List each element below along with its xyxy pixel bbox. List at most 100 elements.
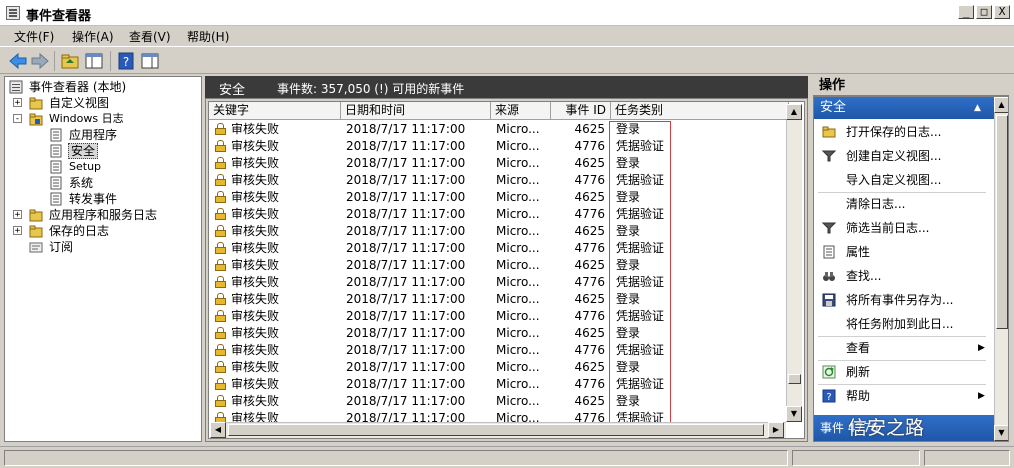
- table-row[interactable]: 审核失败 2018/7/17 11:17:00 Micro... 4776 凭据验证: [209, 138, 789, 155]
- table-row[interactable]: 审核失败 2018/7/17 11:17:00 Micro... 4625 登录: [209, 325, 789, 342]
- action-properties[interactable]: 属性: [818, 240, 992, 264]
- tree-label: 保存的日志: [49, 224, 110, 238]
- cell-event-id: 4625: [574, 224, 605, 238]
- cell-event-id: 4776: [574, 173, 605, 187]
- properties-icon: [823, 245, 835, 259]
- table-row[interactable]: 审核失败 2018/7/17 11:17:00 Micro... 4776 凭据验证: [209, 376, 789, 393]
- action-filter-current-log[interactable]: 筛选当前日志...: [818, 216, 992, 240]
- expand-plus-icon[interactable]: +: [13, 98, 22, 108]
- show-hide-tree-icon[interactable]: [84, 51, 104, 71]
- table-row[interactable]: 审核失败 2018/7/17 11:17:00 Micro... 4776 凭据验证: [209, 240, 789, 257]
- table-row[interactable]: 审核失败 2018/7/17 11:17:00 Micro... 4625 登录: [209, 223, 789, 240]
- cell-keyword: 审核失败: [231, 258, 280, 272]
- horizontal-scroll-thumb[interactable]: [228, 424, 764, 436]
- scroll-thumb[interactable]: [788, 374, 801, 384]
- lock-icon: [215, 327, 226, 339]
- cell-source: Micro...: [496, 343, 540, 357]
- scroll-thumb[interactable]: [996, 115, 1008, 329]
- lock-icon: [215, 259, 226, 271]
- tree-label: 应用程序和服务日志: [49, 208, 158, 222]
- lock-icon: [215, 225, 226, 237]
- expand-plus-icon[interactable]: +: [13, 226, 22, 236]
- status-cell-main: [4, 450, 788, 466]
- table-row[interactable]: 审核失败 2018/7/17 11:17:00 Micro... 4625 登录: [209, 393, 789, 410]
- cell-event-id: 4625: [574, 156, 605, 170]
- collapse-minus-icon[interactable]: -: [13, 114, 22, 124]
- cell-source: Micro...: [496, 207, 540, 221]
- minimize-button[interactable]: _: [958, 5, 974, 19]
- forward-arrow-icon[interactable]: [30, 51, 50, 71]
- cell-event-id: 4776: [574, 343, 605, 357]
- menu-help[interactable]: 帮助(H): [187, 28, 229, 45]
- lock-icon: [215, 361, 226, 373]
- event-list-horizontal-scrollbar[interactable]: ◀ ▶: [210, 422, 786, 438]
- menu-view[interactable]: 查看(V): [129, 28, 171, 45]
- table-row[interactable]: 审核失败 2018/7/17 11:17:00 Micro... 4625 登录: [209, 291, 789, 308]
- folder-icon: [29, 225, 43, 238]
- actions-section-label: 安全: [820, 100, 847, 115]
- table-row[interactable]: 审核失败 2018/7/17 11:17:00 Micro... 4625 登录: [209, 359, 789, 376]
- action-clear-log[interactable]: 清除日志...: [818, 192, 992, 216]
- collapse-up-icon[interactable]: ▲: [974, 97, 981, 119]
- lock-icon: [215, 310, 226, 322]
- table-row[interactable]: 审核失败 2018/7/17 11:17:00 Micro... 4625 登录: [209, 189, 789, 206]
- show-action-pane-icon[interactable]: [140, 51, 160, 71]
- cell-date-time: 2018/7/17 11:17:00: [346, 377, 466, 391]
- action-import-custom-view[interactable]: 导入自定义视图...: [818, 168, 992, 192]
- scroll-up-arrow-icon[interactable]: ▲: [994, 97, 1008, 113]
- folder-icon: [29, 97, 43, 110]
- action-attach-task-to-log[interactable]: 将任务附加到此日...: [818, 312, 992, 336]
- table-row[interactable]: 审核失败 2018/7/17 11:17:00 Micro... 4625 登录: [209, 257, 789, 274]
- maximize-button[interactable]: □: [976, 5, 992, 19]
- cell-date-time: 2018/7/17 11:17:00: [346, 190, 466, 204]
- table-row[interactable]: 审核失败 2018/7/17 11:17:00 Micro... 4776 凭据验证: [209, 172, 789, 189]
- expand-plus-icon[interactable]: +: [13, 210, 22, 220]
- back-arrow-icon[interactable]: [8, 51, 28, 71]
- column-keywords[interactable]: 关键字: [209, 102, 341, 120]
- event-list-vertical-scrollbar[interactable]: ▲ ▼: [786, 104, 802, 422]
- table-row[interactable]: 审核失败 2018/7/17 11:17:00 Micro... 4625 登录: [209, 121, 789, 138]
- scroll-right-arrow-icon[interactable]: ▶: [768, 422, 784, 438]
- table-row[interactable]: 审核失败 2018/7/17 11:17:00 Micro... 4776 凭据验证: [209, 206, 789, 223]
- action-view[interactable]: 查看 ▶: [818, 336, 992, 360]
- column-event-id[interactable]: 事件 ID: [551, 102, 611, 120]
- menu-file[interactable]: 文件(F): [14, 28, 54, 45]
- table-row[interactable]: 审核失败 2018/7/17 11:17:00 Micro... 4776 凭据验证: [209, 308, 789, 325]
- action-help[interactable]: ? 帮助 ▶: [818, 384, 992, 408]
- cell-keyword: 审核失败: [231, 326, 280, 340]
- cell-event-id: 4625: [574, 360, 605, 374]
- up-folder-icon[interactable]: [60, 51, 80, 71]
- table-row[interactable]: 审核失败 2018/7/17 11:17:00 Micro... 4776 凭据验证: [209, 342, 789, 359]
- action-open-saved-log[interactable]: 打开保存的日志...: [818, 120, 992, 144]
- table-row[interactable]: 审核失败 2018/7/17 11:17:00 Micro... 4776 凭据验证: [209, 274, 789, 291]
- cell-keyword: 审核失败: [231, 309, 280, 323]
- menu-action[interactable]: 操作(A): [72, 28, 114, 45]
- lock-icon: [215, 293, 226, 305]
- cell-event-id: 4776: [574, 275, 605, 289]
- table-row[interactable]: 审核失败 2018/7/17 11:17:00 Micro... 4625 登录: [209, 155, 789, 172]
- cell-source: Micro...: [496, 156, 540, 170]
- column-task-category[interactable]: 任务类别: [611, 102, 789, 120]
- action-refresh[interactable]: 刷新: [818, 360, 992, 384]
- action-find[interactable]: 查找...: [818, 264, 992, 288]
- column-date-time[interactable]: 日期和时间: [341, 102, 491, 120]
- action-create-custom-view[interactable]: 创建自定义视图...: [818, 144, 992, 168]
- close-button[interactable]: X: [994, 5, 1010, 19]
- scroll-left-arrow-icon[interactable]: ◀: [210, 422, 226, 438]
- actions-vertical-scrollbar[interactable]: ▲ ▼: [994, 97, 1008, 441]
- help-icon[interactable]: ?: [116, 51, 136, 71]
- cell-date-time: 2018/7/17 11:17:00: [346, 292, 466, 306]
- action-label: 将任务附加到此日...: [846, 317, 954, 331]
- column-source[interactable]: 来源: [491, 102, 551, 120]
- scroll-down-arrow-icon[interactable]: ▼: [994, 425, 1008, 441]
- scroll-down-arrow-icon[interactable]: ▼: [786, 406, 802, 422]
- action-save-all-events-as[interactable]: 将所有事件另存为...: [818, 288, 992, 312]
- navigation-tree: 事件查看器 (本地) + 自定义视图 - Windows 日志 应用程序 安全 …: [4, 76, 202, 442]
- action-label: 创建自定义视图...: [846, 149, 942, 163]
- scroll-up-arrow-icon[interactable]: ▲: [786, 104, 802, 120]
- log-icon: [50, 128, 62, 142]
- actions-section-security[interactable]: 安全 ▲: [814, 97, 994, 119]
- tree-label: 应用程序: [69, 128, 118, 142]
- save-icon: [822, 293, 836, 307]
- cell-date-time: 2018/7/17 11:17:00: [346, 224, 466, 238]
